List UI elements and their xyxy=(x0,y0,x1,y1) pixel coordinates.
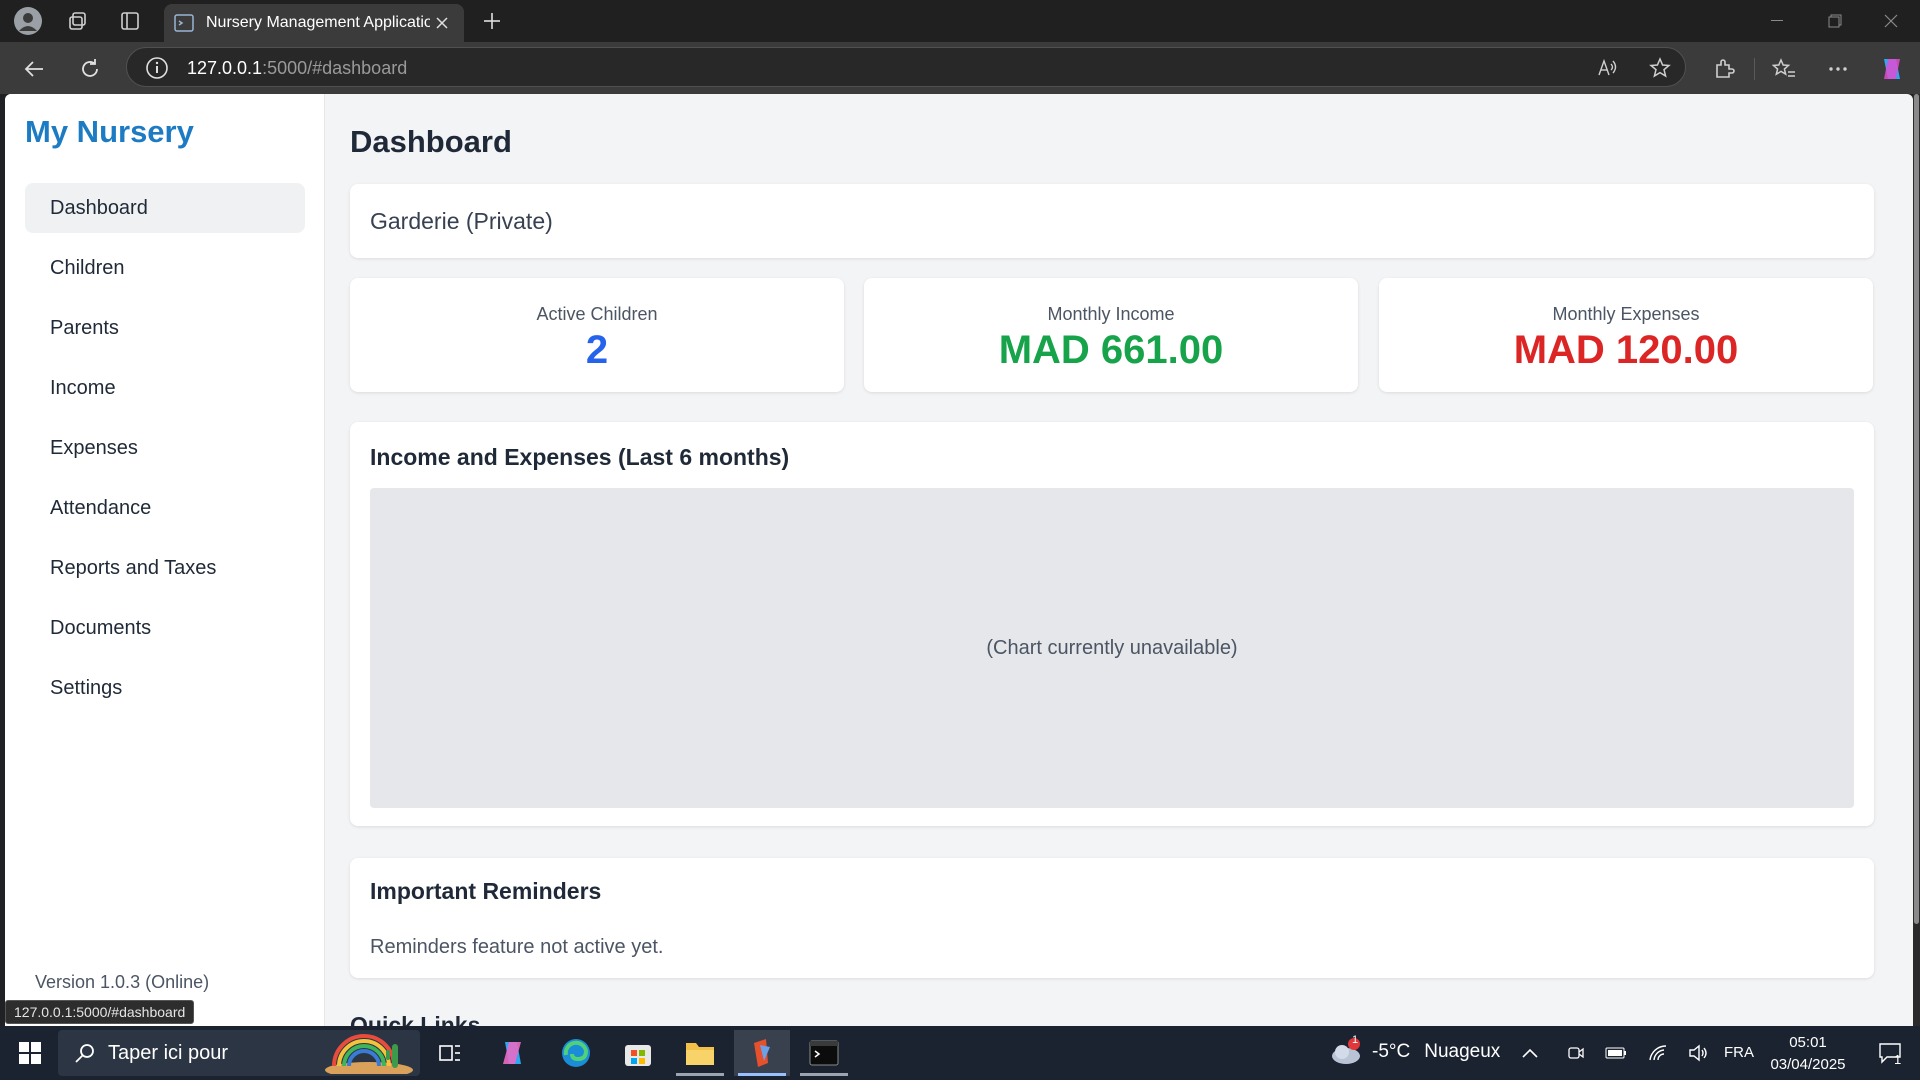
browser-tab-active[interactable]: Nursery Management Application xyxy=(164,4,464,42)
browser-toolbar: 127.0.0.1:5000/#dashboard xyxy=(0,42,1920,94)
sidebar-item-expenses[interactable]: Expenses xyxy=(25,423,305,473)
file-explorer-icon[interactable] xyxy=(672,1030,728,1076)
restore-icon[interactable] xyxy=(1806,0,1864,42)
sidebar-item-attendance[interactable]: Attendance xyxy=(25,483,305,533)
stat-value: 2 xyxy=(585,328,609,372)
url-text: 127.0.0.1:5000/#dashboard xyxy=(187,58,408,78)
brand-title[interactable]: My Nursery xyxy=(25,114,194,150)
profile-icon[interactable] xyxy=(8,6,48,36)
windows-taskbar: Taper ici pour 1 -5°C Nuageux FRA 05:01 … xyxy=(0,1026,1920,1080)
wifi-icon[interactable] xyxy=(1638,1030,1678,1076)
refresh-icon[interactable] xyxy=(72,52,108,86)
nursery-info-card: Garderie (Private) xyxy=(350,184,1874,258)
weather-desc: Nuageux xyxy=(1424,1041,1501,1062)
page-viewport: My Nursery Dashboard Children Parents In… xyxy=(5,94,1913,1026)
language-indicator[interactable]: FRA xyxy=(1724,1044,1754,1061)
copilot-app-icon[interactable] xyxy=(484,1030,540,1076)
chart-placeholder: (Chart currently unavailable) xyxy=(370,488,1854,808)
task-view-icon[interactable] xyxy=(422,1030,478,1076)
sidebar-item-income[interactable]: Income xyxy=(25,363,305,413)
extensions-icon[interactable] xyxy=(1706,52,1742,86)
workspaces-icon[interactable] xyxy=(58,6,98,36)
back-icon[interactable] xyxy=(16,52,52,86)
volume-icon[interactable] xyxy=(1678,1030,1718,1076)
toolbar-divider xyxy=(1754,58,1755,80)
stat-label: Monthly Expenses xyxy=(1552,304,1700,324)
stat-label: Monthly Income xyxy=(1047,304,1175,324)
clock-time: 05:01 xyxy=(1789,1034,1827,1051)
show-hidden-icons-icon[interactable] xyxy=(1510,1030,1550,1076)
tab-title: Nursery Management Application xyxy=(206,14,430,31)
stat-value: MAD 120.00 xyxy=(1513,328,1739,372)
close-window-icon[interactable] xyxy=(1862,0,1920,42)
sidebar-item-reports-taxes[interactable]: Reports and Taxes xyxy=(25,543,305,593)
chart-title: Income and Expenses (Last 6 months) xyxy=(370,444,790,470)
quick-links-title: Quick Links xyxy=(350,1012,481,1026)
sidebar-item-children[interactable]: Children xyxy=(25,243,305,293)
nursery-type: Garderie (Private) xyxy=(370,208,553,234)
more-options-icon[interactable] xyxy=(1820,52,1856,86)
sidebar-item-dashboard[interactable]: Dashboard xyxy=(25,183,305,233)
favorites-icon[interactable] xyxy=(1766,52,1802,86)
clock-date: 03/04/2025 xyxy=(1770,1056,1846,1073)
main-content: Dashboard Garderie (Private) Active Chil… xyxy=(350,94,1894,1026)
site-info-icon[interactable] xyxy=(145,56,169,80)
chart-unavailable-message: (Chart currently unavailable) xyxy=(986,636,1238,659)
link-status-tooltip: 127.0.0.1:5000/#dashboard xyxy=(5,1000,195,1024)
address-bar[interactable]: 127.0.0.1:5000/#dashboard xyxy=(126,47,1686,87)
stat-label: Active Children xyxy=(536,304,658,324)
sidebar-item-documents[interactable]: Documents xyxy=(25,603,305,653)
search-highlight-desert-icon xyxy=(325,1034,413,1074)
browser-titlebar: Nursery Management Application xyxy=(0,0,1920,42)
stat-card-monthly-income: Monthly Income MAD 661.00 xyxy=(864,278,1358,392)
taskbar-search[interactable]: Taper ici pour xyxy=(58,1030,420,1076)
windows-start-icon[interactable] xyxy=(2,1030,58,1076)
page-title: Dashboard xyxy=(350,124,512,159)
tab-close-icon[interactable] xyxy=(430,11,454,35)
chart-card: Income and Expenses (Last 6 months) (Cha… xyxy=(350,422,1874,826)
favorite-star-icon[interactable] xyxy=(1645,54,1675,82)
scrollbar-thumb[interactable] xyxy=(1914,94,1919,924)
sidebar-item-settings[interactable]: Settings xyxy=(25,663,305,713)
weather-alert-badge: 1 xyxy=(1352,1034,1359,1046)
read-aloud-icon[interactable] xyxy=(1593,54,1623,82)
sidebar-item-parents[interactable]: Parents xyxy=(25,303,305,353)
tab-favicon-icon xyxy=(174,14,194,32)
cloud-icon xyxy=(1332,1038,1360,1064)
weather-widget[interactable]: 1 -5°C Nuageux xyxy=(1330,1034,1501,1066)
terminal-icon[interactable] xyxy=(796,1030,852,1076)
reminders-card: Important Reminders Reminders feature no… xyxy=(350,858,1874,978)
page-scrollbar[interactable] xyxy=(1913,94,1920,1026)
notification-count: 1 xyxy=(1894,1052,1902,1067)
minimize-icon[interactable] xyxy=(1748,0,1806,42)
active-app-icon[interactable] xyxy=(734,1030,790,1076)
edge-browser-icon[interactable] xyxy=(548,1030,604,1076)
sidebar-nav: Dashboard Children Parents Income Expens… xyxy=(25,183,305,723)
vertical-tabs-icon[interactable] xyxy=(110,6,150,36)
search-icon xyxy=(75,1044,94,1063)
reminders-title: Important Reminders xyxy=(370,878,602,904)
reminders-text: Reminders feature not active yet. xyxy=(370,936,664,958)
version-text: Version 1.0.3 (Online) xyxy=(35,972,210,992)
microsoft-store-icon[interactable] xyxy=(610,1030,666,1076)
battery-icon[interactable] xyxy=(1596,1030,1636,1076)
meet-now-icon[interactable] xyxy=(1556,1030,1596,1076)
stat-value: MAD 661.00 xyxy=(998,328,1224,372)
weather-temp: -5°C xyxy=(1372,1041,1411,1062)
taskbar-clock[interactable]: 05:01 03/04/2025 xyxy=(1766,1032,1850,1076)
copilot-icon[interactable] xyxy=(1874,52,1910,86)
notifications-icon[interactable]: 1 xyxy=(1866,1030,1914,1076)
sidebar: My Nursery Dashboard Children Parents In… xyxy=(5,94,325,1026)
new-tab-icon[interactable] xyxy=(472,6,512,36)
stat-card-monthly-expenses: Monthly Expenses MAD 120.00 xyxy=(1379,278,1873,392)
search-placeholder: Taper ici pour xyxy=(108,1041,229,1064)
stat-card-active-children: Active Children 2 xyxy=(350,278,844,392)
